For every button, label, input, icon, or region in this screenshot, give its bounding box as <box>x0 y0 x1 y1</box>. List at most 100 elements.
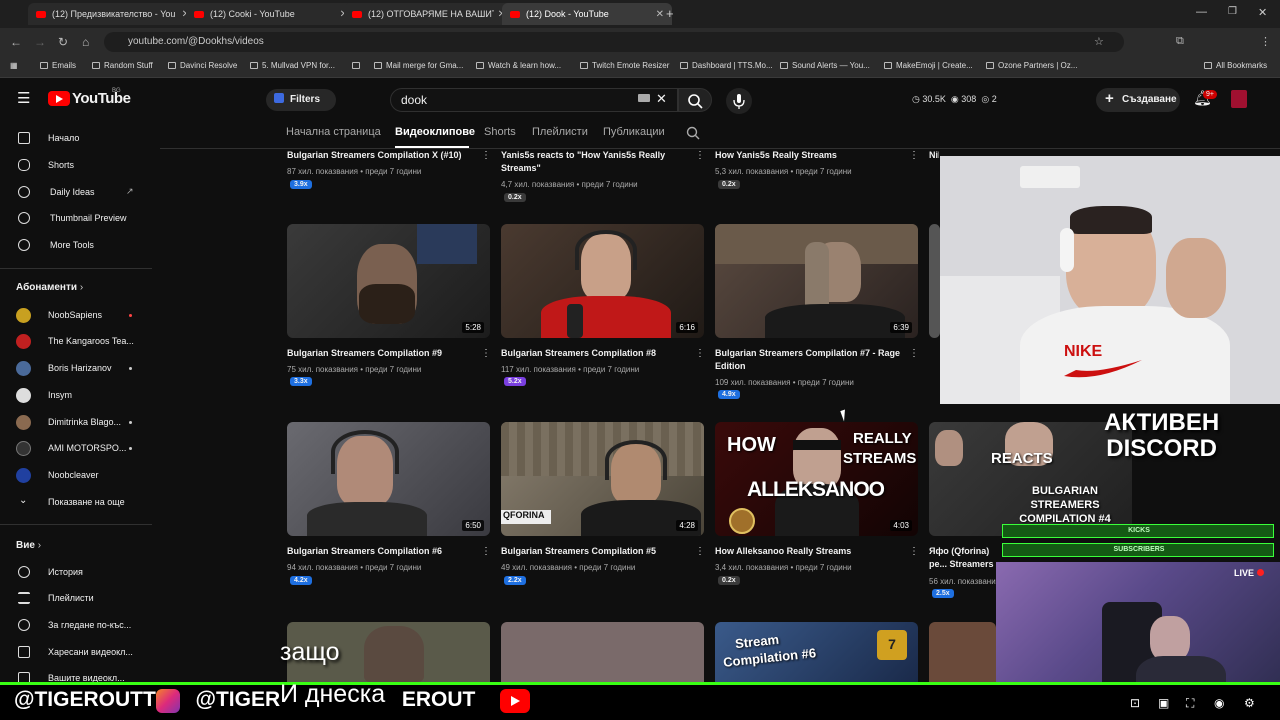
video-thumbnail[interactable]: QFORINA 4:28 <box>501 422 704 536</box>
video-title[interactable]: Bulgarian Streamers Compilation #9 <box>287 347 479 360</box>
subscription-item[interactable]: The Kangaroos Tea... <box>0 329 150 355</box>
clear-search-icon[interactable]: ✕ <box>656 91 667 107</box>
autoplay-icon[interactable]: ◉ <box>1214 696 1224 710</box>
bookmark[interactable]: Emails <box>40 61 76 70</box>
browser-tab[interactable]: (12) ОТГОВАРЯМЕ НА ВАШИТ✕ <box>344 3 514 25</box>
more-options-icon[interactable]: ⋮ <box>909 348 919 359</box>
subscription-item[interactable]: Noobcleaver <box>0 463 150 489</box>
subscription-item[interactable]: Insym <box>0 383 150 409</box>
tab-home[interactable]: Начална страница <box>286 126 381 138</box>
filters-button[interactable]: Filters <box>266 89 336 111</box>
subscription-item[interactable]: NoobSapiens <box>0 303 150 329</box>
video-title[interactable]: Bulgarian Streamers Compilation #7 - Rag… <box>715 347 907 373</box>
more-options-icon[interactable]: ⋮ <box>909 150 919 161</box>
video-title[interactable]: Bulgarian Streamers Compilation #6 <box>287 545 479 558</box>
video-thumbnail[interactable] <box>929 622 996 682</box>
home-icon[interactable]: ⌂ <box>82 35 89 49</box>
bookmark[interactable] <box>352 61 364 70</box>
sidebar-item-thumbnail-preview[interactable]: Thumbnail Preview <box>0 206 150 232</box>
video-thumbnail[interactable]: 5:28 <box>287 224 490 338</box>
sidebar-item-playlists[interactable]: Плейлисти <box>0 586 150 612</box>
keyboard-icon[interactable] <box>638 94 650 102</box>
video-thumbnail[interactable]: Stream Compilation #6 7 <box>715 622 918 682</box>
reload-icon[interactable]: ↻ <box>58 35 68 49</box>
subscriptions-heading[interactable]: Абонаменти › <box>16 282 83 293</box>
more-options-icon[interactable]: ⋮ <box>909 546 919 557</box>
fullscreen-icon[interactable]: ⛶ <box>1186 696 1194 711</box>
tab-playlists[interactable]: Плейлисти <box>532 126 588 138</box>
channel-search-icon[interactable] <box>686 126 702 142</box>
you-heading[interactable]: Вие › <box>16 540 41 551</box>
video-title[interactable]: How Alleksanoo Really Streams <box>715 545 907 558</box>
video-thumbnail[interactable]: 6:39 <box>715 224 918 338</box>
sidebar-item-liked[interactable]: Харесани видеокл... <box>0 640 150 666</box>
tab-posts[interactable]: Публикации <box>603 126 665 138</box>
browser-tab[interactable]: (12) Cooki - YouTube✕ <box>186 3 356 25</box>
video-title[interactable]: Yanis5s reacts to "How Yanis5s Really St… <box>501 149 693 175</box>
video-thumbnail[interactable]: 6:16 <box>501 224 704 338</box>
sidebar-item-home[interactable]: Начало <box>0 126 150 152</box>
bookmark[interactable]: 5. Mullvad VPN for... <box>250 61 335 70</box>
video-title[interactable]: Niku reacts to "How Niku Really Streams" <box>929 149 939 162</box>
subtitles-icon[interactable]: ⊡ <box>1130 696 1140 710</box>
more-options-icon[interactable]: ⋮ <box>481 348 491 359</box>
create-button[interactable]: + Създаване <box>1096 88 1180 112</box>
tab-shorts[interactable]: Shorts <box>484 126 516 138</box>
video-thumbnail[interactable]: REACTS BULGARIAN STREAMERS COMPILATION #… <box>929 422 1132 536</box>
video-title[interactable]: Bulgarian Streamers Compilation X (#10) <box>287 149 479 162</box>
apps-icon[interactable]: ▦ <box>10 61 18 70</box>
bookmark[interactable]: Mail merge for Gma... <box>374 61 463 70</box>
bookmark[interactable]: Davinci Resolve <box>168 61 237 70</box>
forward-icon[interactable]: → <box>34 35 46 49</box>
video-title[interactable]: Bulgarian Streamers Compilation #8 <box>501 347 693 360</box>
bookmark[interactable]: Random Stuff <box>92 61 153 70</box>
sidebar-item-watch-later[interactable]: За гледане по-къс... <box>0 613 150 639</box>
bookmark[interactable]: Sound Alerts — You... <box>780 61 870 70</box>
sidebar-item-more-tools[interactable]: More Tools <box>0 233 150 259</box>
close-window-button[interactable]: ✕ <box>1258 6 1267 19</box>
youtube-logo-text[interactable]: YouTube <box>72 90 131 107</box>
close-icon[interactable]: ✕ <box>656 9 664 20</box>
search-button[interactable] <box>678 88 712 112</box>
bookmark[interactable]: Ozone Partners | Oz... <box>986 61 1077 70</box>
extensions-icon[interactable]: ⧉ <box>1176 35 1184 48</box>
more-options-icon[interactable]: ⋮ <box>695 150 705 161</box>
bookmark-star-icon[interactable]: ☆ <box>1094 35 1104 48</box>
more-options-icon[interactable]: ⋮ <box>695 348 705 359</box>
show-more-button[interactable]: ⌄ Показване на още <box>0 490 150 516</box>
more-options-icon[interactable]: ⋮ <box>481 546 491 557</box>
bookmark[interactable]: Watch & learn how... <box>476 61 561 70</box>
menu-icon[interactable]: ⋮ <box>1260 35 1271 48</box>
all-bookmarks[interactable]: All Bookmarks <box>1204 61 1267 70</box>
browser-tab-active[interactable]: (12) Dook - YouTube ✕ <box>502 3 672 25</box>
video-thumbnail[interactable] <box>501 622 704 682</box>
bookmark[interactable]: MakeEmoji | Create... <box>884 61 973 70</box>
subscription-item[interactable]: AMI MOTORSPO... <box>0 436 150 462</box>
back-icon[interactable]: ← <box>10 35 22 49</box>
bookmark[interactable]: Twitch Emote Resizer <box>580 61 669 70</box>
new-tab-button[interactable]: + <box>666 6 674 21</box>
sidebar-item-daily-ideas[interactable]: Daily Ideas ↗ <box>0 180 150 206</box>
search-input[interactable]: dook <box>390 88 678 112</box>
video-thumbnail[interactable] <box>929 224 940 338</box>
tab-videos[interactable]: Видеоклипове <box>395 126 475 138</box>
youtube-logo-icon[interactable] <box>48 91 70 106</box>
restore-button[interactable]: ❐ <box>1228 6 1237 17</box>
url-field[interactable]: youtube.com/@Dookhs/videos <box>104 32 1124 52</box>
voice-search-button[interactable] <box>726 88 752 114</box>
video-thumbnail[interactable]: HOW REALLY STREAMS ALLEKSANOO 4:03 <box>715 422 918 536</box>
sidebar-item-shorts[interactable]: Shorts <box>0 153 150 179</box>
more-options-icon[interactable]: ⋮ <box>695 546 705 557</box>
minimize-button[interactable]: — <box>1196 6 1207 18</box>
video-title[interactable]: How Yanis5s Really Streams <box>715 149 907 162</box>
subscription-item[interactable]: Dimitrinka Blago... <box>0 410 150 436</box>
video-title[interactable]: Bulgarian Streamers Compilation #5 <box>501 545 693 558</box>
video-title[interactable]: Яфо (Qforina) ре... Streamers Comp... <box>929 545 999 571</box>
avatar[interactable] <box>1231 90 1247 108</box>
miniplayer-icon[interactable]: ▣ <box>1158 696 1169 710</box>
hamburger-menu-icon[interactable]: ☰ <box>17 89 30 107</box>
settings-icon[interactable]: ⚙︎ <box>1244 696 1255 710</box>
browser-tab[interactable]: (12) Предизвикателство - You✕ <box>28 3 198 25</box>
bookmark[interactable]: Dashboard | TTS.Mo... <box>680 61 773 70</box>
more-options-icon[interactable]: ⋮ <box>481 150 491 161</box>
